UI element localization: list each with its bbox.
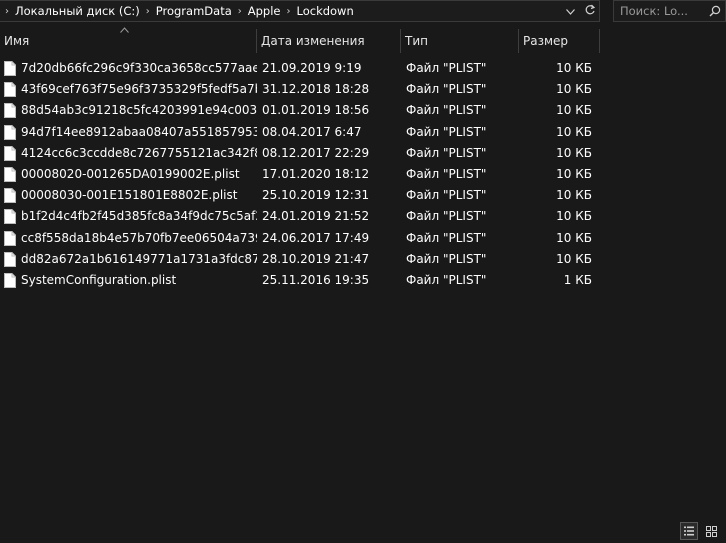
file-list: 7d20db66fc296c9f330ca3658cc577aae0df... 2… bbox=[0, 58, 600, 291]
search-input[interactable] bbox=[620, 4, 700, 18]
file-icon bbox=[4, 188, 16, 204]
file-name: b1f2d4c4fb2f45d385fc8a34f9dc75c5af2f8... bbox=[21, 209, 257, 224]
column-divider[interactable] bbox=[599, 29, 600, 53]
file-type: Файл "PLIST" bbox=[406, 124, 487, 139]
breadcrumb-apple[interactable]: Apple bbox=[247, 4, 282, 18]
file-name: dd82a672a1b616149771a1731a3fdc87f71c... bbox=[21, 251, 257, 266]
file-date-modified: 31.12.2018 18:28 bbox=[262, 82, 370, 97]
file-name: 4124cc6c3ccdde8c7267755121ac342f84b7... bbox=[21, 145, 257, 160]
file-name: SystemConfiguration.plist bbox=[21, 272, 177, 287]
file-type: Файл "PLIST" bbox=[406, 209, 487, 224]
file-row[interactable]: 94d7f14ee8912abaa08407a551857953b7e3... 0… bbox=[0, 122, 600, 143]
file-row[interactable]: 00008020-001265DA0199002E.plist 17.01.202… bbox=[0, 164, 600, 185]
file-icon bbox=[4, 209, 16, 225]
file-size: 10 КБ bbox=[556, 209, 592, 224]
refresh-icon[interactable] bbox=[582, 4, 598, 19]
breadcrumb-separator-icon[interactable]: › bbox=[233, 6, 247, 17]
file-size: 10 КБ bbox=[556, 166, 592, 181]
file-icon bbox=[4, 166, 16, 182]
file-name: 00008030-001E151801E8802E.plist bbox=[21, 188, 238, 203]
file-icon bbox=[4, 272, 16, 288]
file-size: 10 КБ bbox=[556, 82, 592, 97]
chevron-down-icon[interactable] bbox=[562, 5, 578, 18]
file-type: Файл "PLIST" bbox=[406, 166, 487, 181]
file-size: 10 КБ bbox=[556, 61, 592, 75]
search-icon[interactable] bbox=[709, 5, 721, 17]
file-row[interactable]: 4124cc6c3ccdde8c7267755121ac342f84b7... 0… bbox=[0, 143, 600, 164]
file-size: 10 КБ bbox=[556, 188, 592, 203]
breadcrumb-separator-icon[interactable]: › bbox=[141, 6, 155, 17]
file-name: 43f69cef763f75e96f3735329f5fedf5a7b655..… bbox=[21, 82, 257, 97]
search-box[interactable] bbox=[613, 0, 726, 22]
file-row[interactable]: 00008030-001E151801E8802E.plist 25.10.201… bbox=[0, 185, 600, 206]
file-name: cc8f558da18b4e57b70fb7ee06504a73952d... bbox=[21, 230, 257, 245]
file-date-modified: 25.11.2016 19:35 bbox=[262, 272, 370, 287]
file-name: 00008020-001265DA0199002E.plist bbox=[21, 166, 240, 181]
file-type: Файл "PLIST" bbox=[406, 230, 487, 245]
tiles-view-icon bbox=[705, 525, 717, 537]
file-date-modified: 08.12.2017 22:29 bbox=[262, 145, 370, 160]
file-type: Файл "PLIST" bbox=[406, 145, 487, 160]
column-date-modified[interactable]: Дата изменения bbox=[257, 29, 400, 53]
address-bar-row: › Локальный диск (C:) › ProgramData › Ap… bbox=[0, 0, 726, 23]
file-icon bbox=[4, 251, 16, 267]
details-view-button[interactable] bbox=[680, 522, 698, 540]
address-bar-tools bbox=[562, 3, 598, 19]
file-date-modified: 24.06.2017 17:49 bbox=[262, 230, 370, 245]
column-type[interactable]: Тип bbox=[401, 29, 518, 53]
file-date-modified: 25.10.2019 12:31 bbox=[262, 188, 370, 203]
file-name: 94d7f14ee8912abaa08407a551857953b7e3... bbox=[21, 124, 257, 139]
file-type: Файл "PLIST" bbox=[406, 251, 487, 266]
file-date-modified: 28.10.2019 21:47 bbox=[262, 251, 370, 266]
tiles-view-button[interactable] bbox=[702, 522, 720, 540]
file-type: Файл "PLIST" bbox=[406, 103, 487, 118]
file-icon bbox=[4, 61, 16, 76]
file-name: 7d20db66fc296c9f330ca3658cc577aae0df... bbox=[21, 61, 257, 75]
file-type: Файл "PLIST" bbox=[406, 272, 487, 287]
column-name[interactable]: Имя bbox=[0, 29, 257, 53]
file-size: 10 КБ bbox=[556, 251, 592, 266]
file-type: Файл "PLIST" bbox=[406, 61, 487, 75]
file-icon bbox=[4, 230, 16, 246]
file-row[interactable]: dd82a672a1b616149771a1731a3fdc87f71c... 2… bbox=[0, 249, 600, 270]
file-type: Файл "PLIST" bbox=[406, 82, 487, 97]
file-date-modified: 01.01.2019 18:56 bbox=[262, 103, 370, 118]
file-row[interactable]: 43f69cef763f75e96f3735329f5fedf5a7b655..… bbox=[0, 79, 600, 100]
file-icon bbox=[4, 145, 16, 161]
file-row[interactable]: 7d20db66fc296c9f330ca3658cc577aae0df... 2… bbox=[0, 58, 600, 79]
file-icon bbox=[4, 82, 16, 98]
file-row[interactable]: 88d54ab3c91218c5fc4203991e94c003c371... 0… bbox=[0, 100, 600, 121]
file-size: 10 КБ bbox=[556, 103, 592, 118]
file-row[interactable]: SystemConfiguration.plist 25.11.2016 19:3… bbox=[0, 270, 600, 291]
file-name: 88d54ab3c91218c5fc4203991e94c003c371... bbox=[21, 103, 257, 118]
file-icon bbox=[4, 103, 16, 119]
breadcrumb-separator-icon[interactable]: › bbox=[282, 6, 296, 17]
file-date-modified: 17.01.2020 18:12 bbox=[262, 166, 370, 181]
column-size[interactable]: Размер bbox=[519, 29, 599, 53]
file-row[interactable]: b1f2d4c4fb2f45d385fc8a34f9dc75c5af2f8...… bbox=[0, 206, 600, 227]
file-size: 10 КБ bbox=[556, 230, 592, 245]
breadcrumb-local-disk[interactable]: Локальный диск (C:) bbox=[14, 4, 141, 18]
file-size: 10 КБ bbox=[556, 145, 592, 160]
breadcrumb-lockdown[interactable]: Lockdown bbox=[296, 4, 355, 18]
address-bar[interactable]: › Локальный диск (C:) › ProgramData › Ap… bbox=[0, 0, 600, 22]
file-icon bbox=[4, 124, 16, 140]
file-date-modified: 24.01.2019 21:52 bbox=[262, 209, 370, 224]
file-type: Файл "PLIST" bbox=[406, 188, 487, 203]
file-size: 10 КБ bbox=[556, 124, 592, 139]
column-header: Имя Дата изменения Тип Размер bbox=[0, 29, 600, 53]
file-size: 1 КБ bbox=[563, 272, 592, 287]
file-row[interactable]: cc8f558da18b4e57b70fb7ee06504a73952d... 2… bbox=[0, 228, 600, 249]
file-date-modified: 08.04.2017 6:47 bbox=[262, 124, 362, 139]
breadcrumb-programdata[interactable]: ProgramData bbox=[155, 4, 233, 18]
details-view-icon bbox=[684, 526, 694, 536]
file-date-modified: 21.09.2019 9:19 bbox=[262, 61, 362, 75]
breadcrumb-root-chevron-icon[interactable]: › bbox=[0, 6, 14, 17]
